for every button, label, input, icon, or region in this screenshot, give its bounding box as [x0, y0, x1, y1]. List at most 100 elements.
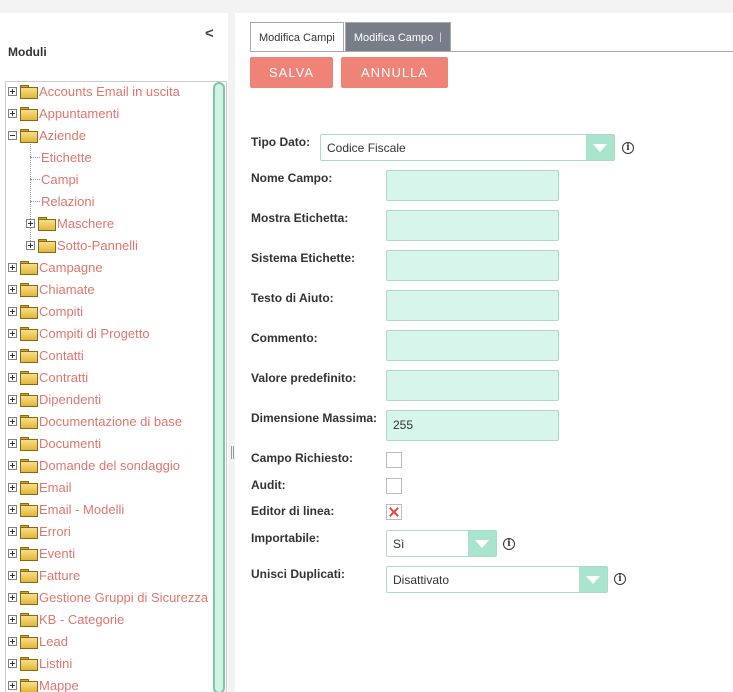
required-checkbox[interactable] — [386, 452, 402, 468]
expand-icon[interactable] — [8, 306, 17, 316]
tree-item[interactable]: Maschere — [26, 212, 114, 234]
tree-item-label: Contratti — [39, 369, 89, 385]
display-label-input[interactable] — [386, 210, 559, 241]
expand-icon[interactable] — [8, 416, 17, 426]
merge-duplicates-select[interactable]: Disattivato — [386, 566, 608, 593]
expand-icon[interactable] — [8, 482, 17, 492]
tab-bar: Modifica Campi Modifica Campo | — [250, 22, 452, 52]
folder-icon — [20, 459, 38, 473]
expand-icon[interactable] — [26, 240, 35, 250]
tree-item[interactable]: Errori — [8, 520, 71, 542]
system-label-input[interactable] — [386, 250, 559, 281]
expand-icon[interactable] — [8, 372, 17, 382]
audit-checkbox[interactable] — [386, 478, 402, 494]
tab-edit-fields[interactable]: Modifica Campi — [250, 22, 344, 52]
field-name-input[interactable] — [386, 170, 559, 201]
tree-item[interactable]: KB - Categorie — [8, 608, 124, 630]
importable-value: Sì — [393, 536, 405, 551]
tree-item[interactable]: Dipendenti — [8, 388, 101, 410]
expand-icon[interactable] — [26, 218, 35, 228]
tree-item[interactable]: Documentazione di base — [8, 410, 182, 432]
data-type-select[interactable]: Codice Fiscale — [320, 134, 615, 161]
expand-icon[interactable] — [8, 526, 17, 536]
merge-duplicates-label: Unisci Duplicati: — [251, 567, 346, 581]
tree-scrollbar[interactable] — [213, 82, 225, 692]
tree-item[interactable]: Campagne — [8, 256, 103, 278]
comment-input[interactable] — [386, 330, 559, 361]
expand-icon[interactable] — [8, 394, 17, 404]
tree-item[interactable]: Sotto-Pannelli — [26, 234, 138, 256]
tree-item[interactable]: Gestione Gruppi di Sicurezza — [8, 586, 208, 608]
info-icon[interactable]: i — [503, 538, 515, 550]
tree-item-label: Email - Modelli — [39, 501, 125, 517]
tree-item[interactable]: Lead — [8, 630, 68, 652]
tree-item[interactable]: Accounts Email in uscita — [8, 82, 180, 102]
tree-item[interactable]: Eventi — [8, 542, 75, 564]
folder-open-icon — [20, 129, 38, 143]
folder-icon — [20, 657, 38, 671]
data-type-label: Tipo Dato: — [251, 135, 311, 149]
chevron-down-icon — [468, 531, 496, 556]
info-icon[interactable]: i — [614, 573, 626, 585]
tree-item[interactable]: Domande del sondaggio — [8, 454, 180, 476]
tree-item[interactable]: Fatture — [8, 564, 80, 586]
folder-icon — [20, 437, 38, 451]
expand-icon[interactable] — [8, 86, 17, 96]
expand-icon[interactable] — [8, 328, 17, 338]
expand-icon[interactable] — [8, 460, 17, 470]
tree-item[interactable]: Email - Modelli — [8, 498, 124, 520]
audit-label: Audit: — [251, 478, 286, 492]
tree-item-label: Contatti — [39, 347, 84, 363]
max-size-label: Dimensione Massima: — [251, 411, 378, 425]
expand-icon[interactable] — [8, 680, 17, 690]
expand-icon[interactable] — [8, 636, 17, 646]
help-text-input[interactable] — [386, 290, 559, 321]
expand-icon[interactable] — [8, 504, 17, 514]
expand-icon[interactable] — [8, 614, 17, 624]
tree-item[interactable]: Aziende — [8, 124, 86, 146]
tree-item[interactable]: Campi — [41, 168, 79, 190]
tree-item[interactable]: Chiamate — [8, 278, 95, 300]
tree-item[interactable]: Compiti di Progetto — [8, 322, 150, 344]
expand-icon[interactable] — [8, 658, 17, 668]
collapse-panel-icon[interactable]: < — [205, 25, 214, 42]
tree-item[interactable]: Relazioni — [41, 190, 94, 212]
tree-item[interactable]: Mappe — [8, 674, 79, 692]
max-size-input[interactable]: 255 — [386, 410, 559, 441]
tab-label: Modifica Campo — [353, 31, 434, 44]
info-icon[interactable]: i — [622, 142, 634, 154]
tree-item-label: Email — [39, 479, 72, 495]
expand-icon[interactable] — [8, 108, 17, 118]
splitter-grip-icon — [231, 446, 234, 459]
folder-icon — [38, 217, 56, 231]
save-button[interactable]: SALVA — [250, 57, 333, 88]
system-label-label: Sistema Etichette: — [251, 251, 356, 265]
tree-item[interactable]: Documenti — [8, 432, 101, 454]
tree-item[interactable]: Compiti — [8, 300, 83, 322]
expand-icon[interactable] — [8, 350, 17, 360]
expand-icon[interactable] — [8, 548, 17, 558]
expand-icon[interactable] — [8, 438, 17, 448]
tab-edit-field[interactable]: Modifica Campo | — [344, 22, 451, 52]
inline-edit-checkbox[interactable] — [386, 504, 402, 520]
tree-item-label: Compiti — [39, 303, 84, 319]
collapse-icon[interactable] — [8, 130, 17, 140]
cancel-button[interactable]: ANNULLA — [341, 57, 448, 88]
importable-select[interactable]: Sì — [386, 530, 497, 557]
default-value-input[interactable] — [386, 370, 559, 401]
help-text-label: Testo di Aiuto: — [251, 291, 334, 305]
tree-item[interactable]: Etichette — [41, 146, 92, 168]
expand-icon[interactable] — [8, 570, 17, 580]
field-name-label: Nome Campo: — [251, 171, 333, 185]
tree-item[interactable]: Appuntamenti — [8, 102, 119, 124]
tree-item-label: Etichette — [41, 149, 92, 165]
expand-icon[interactable] — [8, 284, 17, 294]
tree-item[interactable]: Contatti — [8, 344, 84, 366]
folder-icon — [20, 261, 38, 275]
tree-item[interactable]: Contratti — [8, 366, 88, 388]
expand-icon[interactable] — [8, 262, 17, 272]
tree-item[interactable]: Email — [8, 476, 72, 498]
expand-icon[interactable] — [8, 592, 17, 602]
tab-underline — [250, 51, 733, 52]
tree-item[interactable]: Listini — [8, 652, 72, 674]
